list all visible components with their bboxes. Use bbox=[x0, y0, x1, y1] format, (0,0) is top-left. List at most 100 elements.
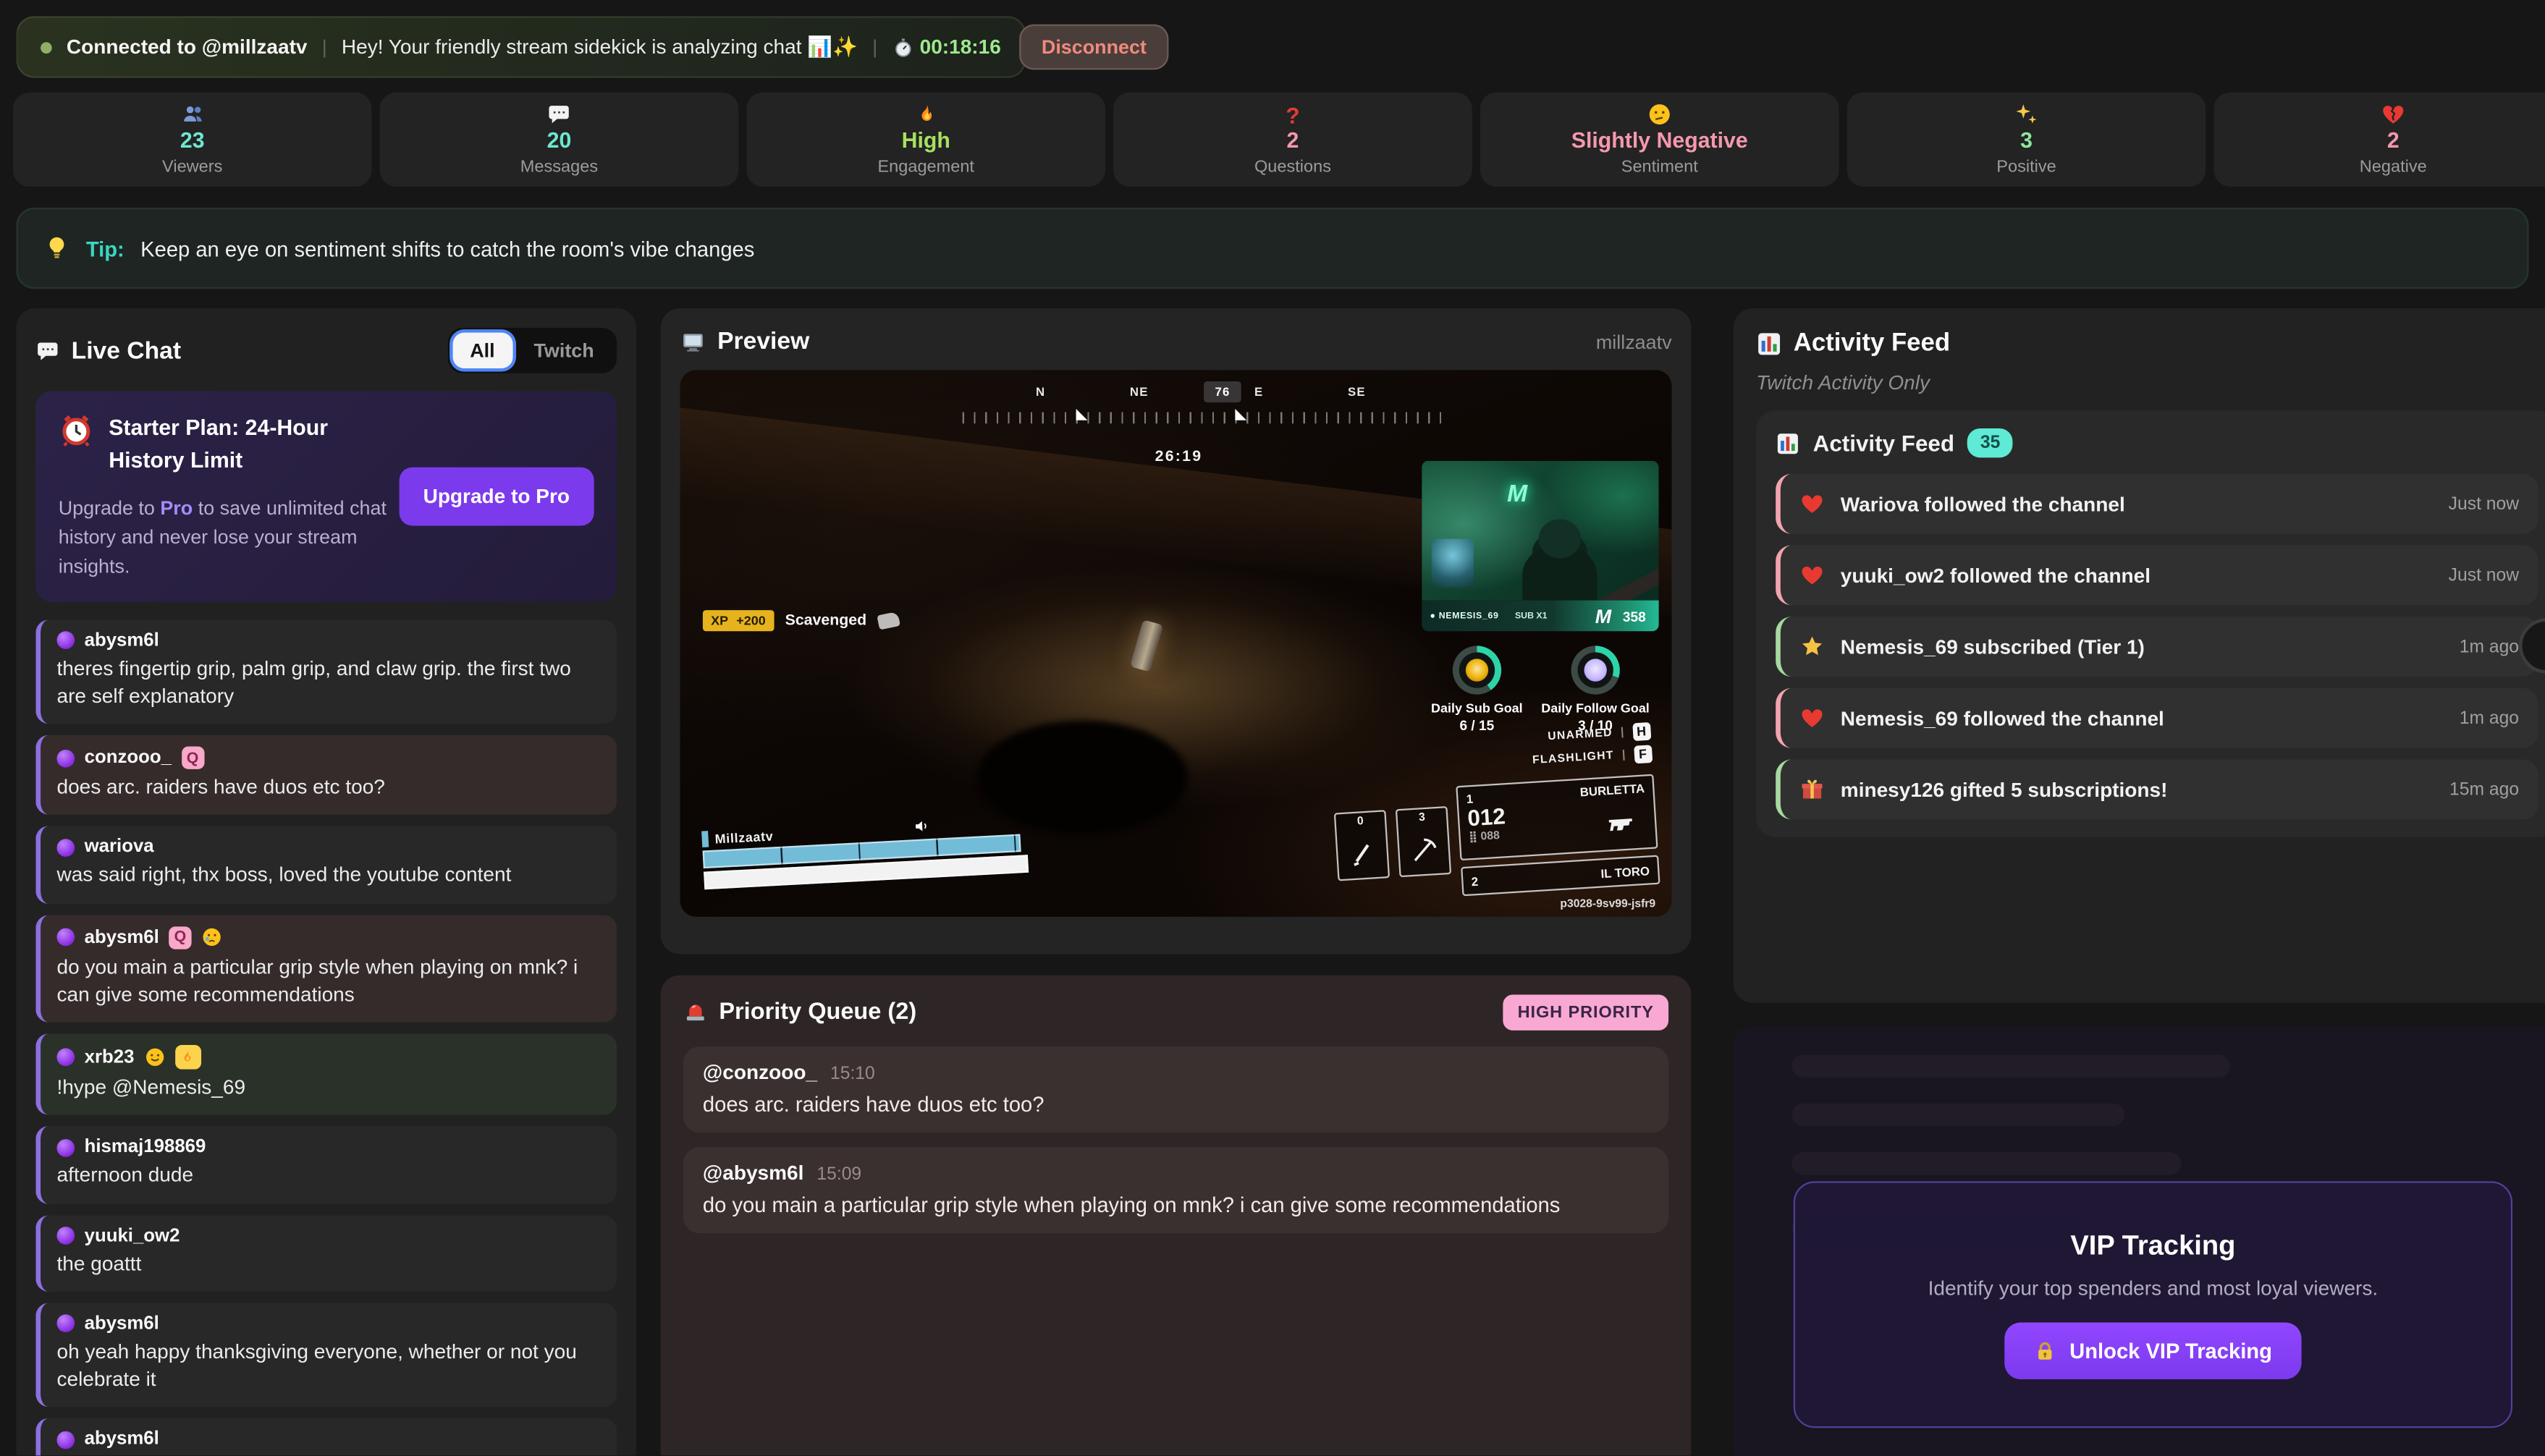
gear-slot-3: 3 bbox=[1396, 806, 1451, 877]
chat-filter-twitch[interactable]: Twitch bbox=[516, 333, 612, 368]
chat-username: wariova bbox=[85, 838, 154, 858]
chat-message[interactable]: conzooo_ Q does arc. raiders have duos e… bbox=[35, 735, 617, 815]
speaker-icon bbox=[912, 816, 932, 836]
blurred-row bbox=[1791, 1054, 2229, 1077]
stat-value: 2 bbox=[2387, 130, 2400, 154]
weapons-hud: UNARMED | H FLASHLIGHT | F 0 3 bbox=[1330, 722, 1660, 904]
activity-event-time: Just now bbox=[2449, 494, 2519, 514]
keycap-f: F bbox=[1634, 745, 1653, 763]
activity-event-text: yuuki_ow2 followed the channel bbox=[1841, 564, 2151, 586]
activity-event-time: Just now bbox=[2449, 565, 2519, 585]
chat-message[interactable]: abysm6l fingertip grip mouse* bbox=[35, 1418, 617, 1455]
preview-channel-name: millzaatv bbox=[1596, 330, 1672, 352]
vip-tracking-panel: VIP Tracking Identify your top spenders … bbox=[1734, 1025, 2545, 1455]
scavenged-label: Scavenged bbox=[785, 611, 867, 630]
chat-message[interactable]: hismaj198869 afternoon dude bbox=[35, 1127, 617, 1203]
tip-banner: Tip: Keep an eye on sentiment shifts to … bbox=[16, 208, 2528, 289]
webcam-overlay: M bbox=[1422, 461, 1658, 601]
activity-event[interactable]: Nemesis_69 subscribed (Tier 1) 1m ago bbox=[1776, 617, 2538, 677]
activity-feed-list: Wariova followed the channel Just now yu… bbox=[1776, 474, 2538, 820]
chat-message-text: theres fingertip grip, palm grip, and cl… bbox=[56, 655, 600, 711]
avatar bbox=[56, 1049, 75, 1067]
question-mark-icon: ? bbox=[1286, 102, 1299, 127]
stat-label: Engagement bbox=[877, 157, 974, 177]
xp-chip: XP+200 bbox=[703, 610, 774, 631]
chat-filter-all[interactable]: All bbox=[452, 333, 513, 368]
queue-timestamp: 15:09 bbox=[816, 1165, 861, 1185]
chat-message[interactable]: xrb23 !hype @Nemesis_69 bbox=[35, 1033, 617, 1115]
stat-value: High bbox=[902, 130, 950, 154]
activity-event-text: Nemesis_69 subscribed (Tier 1) bbox=[1841, 635, 2145, 658]
chat-message-text: the goattt bbox=[56, 1250, 600, 1279]
people-icon bbox=[180, 102, 206, 127]
stat-label: Negative bbox=[2360, 157, 2427, 177]
player-name: Millzaatv bbox=[714, 829, 774, 846]
vip-title: VIP Tracking bbox=[2070, 1230, 2235, 1263]
stat-positive: 3 Positive bbox=[1847, 93, 2206, 187]
stat-label: Viewers bbox=[162, 157, 222, 177]
heart-icon bbox=[1800, 491, 1825, 516]
stat-value: 2 bbox=[1287, 130, 1299, 154]
unlock-vip-button[interactable]: Unlock VIP Tracking bbox=[2004, 1323, 2301, 1379]
game-prop-canister bbox=[1130, 619, 1164, 672]
compass-marker-icon bbox=[1235, 409, 1246, 420]
chat-message[interactable]: wariova was said right, thx boss, loved … bbox=[35, 826, 617, 903]
speech-bubble-icon bbox=[547, 102, 572, 127]
heart-icon bbox=[1800, 706, 1825, 730]
chat-message-text: oh yeah happy thanksgiving everyone, whe… bbox=[56, 1338, 600, 1394]
disconnect-button[interactable]: Disconnect bbox=[1018, 25, 1169, 70]
stream-preview-video: N NE 76 E SE 26:19 XP+200 Scavenged bbox=[680, 370, 1672, 917]
divider: | bbox=[322, 35, 327, 58]
stat-label: Sentiment bbox=[1621, 157, 1698, 177]
activity-count-badge: 35 bbox=[1967, 428, 2013, 457]
weapon2-name: IL TORO bbox=[1600, 863, 1650, 880]
upgrade-to-pro-button[interactable]: Upgrade to Pro bbox=[399, 467, 594, 525]
avatar bbox=[56, 1431, 75, 1449]
chat-message-list: abysm6l theres fingertip grip, palm grip… bbox=[35, 619, 617, 1455]
queue-message-text: do you main a particular grip style when… bbox=[703, 1193, 1649, 1217]
lock-icon bbox=[2034, 1339, 2056, 1362]
daily-sub-goal: Daily Sub Goal 6 / 15 bbox=[1431, 646, 1523, 733]
chat-message[interactable]: abysm6l theres fingertip grip, palm grip… bbox=[35, 619, 617, 724]
activity-event[interactable]: minesy126 gifted 5 subscriptions! 15m ag… bbox=[1776, 759, 2538, 819]
star-icon bbox=[1800, 635, 1825, 659]
avatar bbox=[56, 1139, 75, 1157]
compass-marker-icon bbox=[1076, 409, 1088, 420]
channel-logo: M bbox=[1595, 606, 1611, 625]
app-root: Connected to @millzaatv | Hey! Your frie… bbox=[0, 0, 2545, 1455]
sparkles-icon bbox=[2014, 102, 2039, 127]
activity-event[interactable]: Wariova followed the channel Just now bbox=[1776, 474, 2538, 534]
sub-multiplier: SUB X1 bbox=[1515, 611, 1548, 620]
avatar bbox=[56, 1227, 75, 1245]
glove-icon bbox=[877, 611, 900, 630]
chat-message[interactable]: abysm6l Q do you main a particular grip … bbox=[35, 915, 617, 1023]
broken-heart-icon bbox=[2381, 102, 2405, 127]
activity-event[interactable]: yuuki_ow2 followed the channel Just now bbox=[1776, 545, 2538, 605]
game-compass: N NE 76 E SE bbox=[994, 381, 1408, 402]
match-timer: 26:19 bbox=[1155, 448, 1203, 466]
activity-event-time: 1m ago bbox=[2460, 708, 2519, 728]
compass-heading: 76 bbox=[1204, 381, 1241, 402]
activity-event[interactable]: Nemesis_69 followed the channel 1m ago bbox=[1776, 688, 2538, 748]
activity-feed-panel: Activity Feed Twitch Activity Only Activ… bbox=[1734, 308, 2545, 1003]
gear-slot-0: 0 bbox=[1334, 810, 1390, 881]
priority-queue-panel: Priority Queue (2) HIGH PRIORITY @conzoo… bbox=[661, 975, 1692, 1456]
stat-messages: 20 Messages bbox=[380, 93, 739, 187]
chat-message-text: do you main a particular grip style when… bbox=[56, 953, 600, 1009]
high-priority-badge: HIGH PRIORITY bbox=[1503, 995, 1668, 1030]
activity-feed-subtitle: Twitch Activity Only bbox=[1756, 371, 2545, 394]
priority-queue-title: Priority Queue (2) bbox=[719, 999, 916, 1025]
chat-message[interactable]: abysm6l oh yeah happy thanksgiving every… bbox=[35, 1303, 617, 1408]
chat-message[interactable]: yuuki_ow2 the goattt bbox=[35, 1214, 617, 1291]
preview-title: Preview bbox=[717, 328, 809, 355]
queue-item[interactable]: @abysm6l 15:09 do you main a particular … bbox=[683, 1147, 1668, 1233]
session-timer-value: 00:18:16 bbox=[920, 35, 1001, 58]
cry-emoji-icon bbox=[201, 926, 222, 947]
live-chat-title: Live Chat bbox=[72, 337, 181, 364]
flashlight-label: FLASHLIGHT bbox=[1532, 750, 1615, 767]
queue-item[interactable]: @conzooo_ 15:10 does arc. raiders have d… bbox=[683, 1046, 1668, 1133]
blurred-row bbox=[1791, 1104, 2124, 1126]
xp-toast: XP+200 Scavenged bbox=[703, 610, 899, 631]
chat-message-text: was said right, thx boss, loved the yout… bbox=[56, 862, 600, 890]
live-chat-panel: Live Chat All Twitch Starter Plan: 24-Ho… bbox=[16, 308, 636, 1455]
